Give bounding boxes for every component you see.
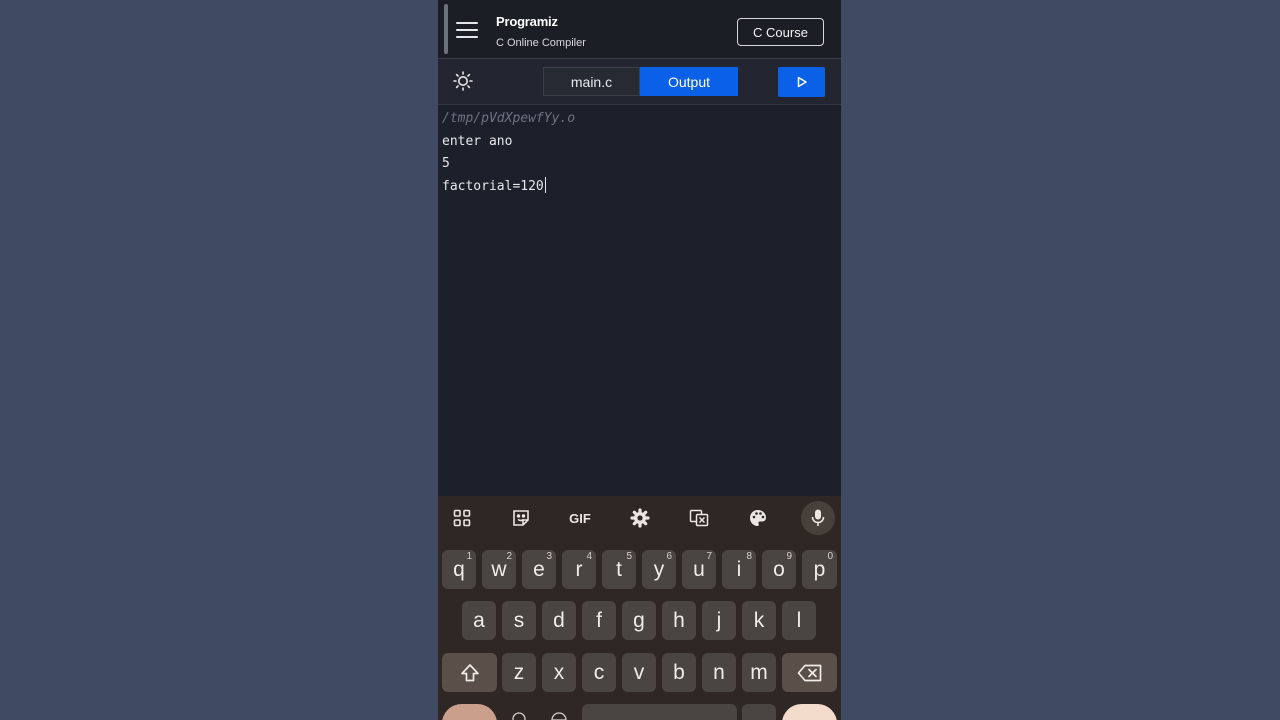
editor-toolbar: main.c Output xyxy=(438,59,841,105)
key-k[interactable]: k xyxy=(742,601,776,640)
play-icon xyxy=(797,76,807,88)
emoji-icon xyxy=(512,711,526,720)
keyboard-toolbar: GIF xyxy=(438,496,841,540)
sticker-icon[interactable] xyxy=(506,504,536,532)
key-p[interactable]: p0 xyxy=(802,550,837,589)
key-b[interactable]: b xyxy=(662,653,696,692)
backspace-icon xyxy=(797,664,821,681)
enter-key[interactable] xyxy=(782,704,837,720)
space-bar[interactable] xyxy=(582,704,737,720)
key-f[interactable]: f xyxy=(582,601,616,640)
tab-main-c[interactable]: main.c xyxy=(543,67,640,96)
apps-grid-icon[interactable] xyxy=(447,504,477,532)
sun-theme-icon[interactable] xyxy=(453,71,473,91)
key-y[interactable]: y6 xyxy=(642,550,676,589)
key-u[interactable]: u7 xyxy=(682,550,716,589)
key-q[interactable]: q1 xyxy=(442,550,476,589)
palette-icon[interactable] xyxy=(743,504,773,532)
tab-output[interactable]: Output xyxy=(640,67,738,96)
backspace-key[interactable] xyxy=(782,653,837,692)
key-z[interactable]: z xyxy=(502,653,536,692)
key-m[interactable]: m xyxy=(742,653,776,692)
mic-icon[interactable] xyxy=(801,501,835,535)
key-o[interactable]: o9 xyxy=(762,550,796,589)
key-i[interactable]: i8 xyxy=(722,550,756,589)
programiz-logo[interactable]: Programiz xyxy=(496,14,558,29)
key-v[interactable]: v xyxy=(622,653,656,692)
app-header: Programiz C Online Compiler C Course xyxy=(438,0,841,59)
key-l[interactable]: l xyxy=(782,601,816,640)
key-x[interactable]: x xyxy=(542,653,576,692)
key-n[interactable]: n xyxy=(702,653,736,692)
run-button[interactable] xyxy=(778,67,825,97)
key-w[interactable]: w2 xyxy=(482,550,516,589)
key-h[interactable]: h xyxy=(662,601,696,640)
key-s[interactable]: s xyxy=(502,601,536,640)
globe-key[interactable] xyxy=(542,704,576,720)
gear-icon[interactable] xyxy=(625,504,655,532)
c-course-button[interactable]: C Course xyxy=(737,18,824,46)
period-key[interactable] xyxy=(742,704,776,720)
shift-icon xyxy=(460,663,479,681)
translate-icon[interactable] xyxy=(684,504,714,532)
output-line: 5 xyxy=(442,156,450,171)
output-line: enter ano xyxy=(442,133,513,149)
shift-key[interactable] xyxy=(442,653,497,692)
output-file-path: /tmp/pVdXpewfYy.o xyxy=(442,111,576,126)
key-g[interactable]: g xyxy=(622,601,656,640)
output-line: factorial=120 xyxy=(442,176,546,194)
key-a[interactable]: a xyxy=(462,601,496,640)
globe-icon xyxy=(551,711,567,720)
scroll-indicator[interactable] xyxy=(444,4,448,54)
compiler-subtitle: C Online Compiler xyxy=(496,37,586,49)
key-e[interactable]: e3 xyxy=(522,550,556,589)
key-c[interactable]: c xyxy=(582,653,616,692)
output-console[interactable]: /tmp/pVdXpewfYy.o enter ano 5 factorial=… xyxy=(442,108,575,198)
key-j[interactable]: j xyxy=(702,601,736,640)
key-d[interactable]: d xyxy=(542,601,576,640)
symbols-key[interactable] xyxy=(442,704,497,720)
gif-button[interactable]: GIF xyxy=(565,504,595,532)
text-caret xyxy=(544,176,546,193)
key-t[interactable]: t5 xyxy=(602,550,636,589)
phone-screen: Programiz C Online Compiler C Course mai… xyxy=(438,0,841,720)
emoji-key[interactable] xyxy=(502,704,536,720)
hamburger-menu-icon[interactable] xyxy=(456,22,478,38)
onscreen-keyboard: GIF q 1 w 2 e 3 r 4 t 5 y 6 u 7 i 8 o 9 … xyxy=(438,496,841,720)
key-r[interactable]: r4 xyxy=(562,550,596,589)
